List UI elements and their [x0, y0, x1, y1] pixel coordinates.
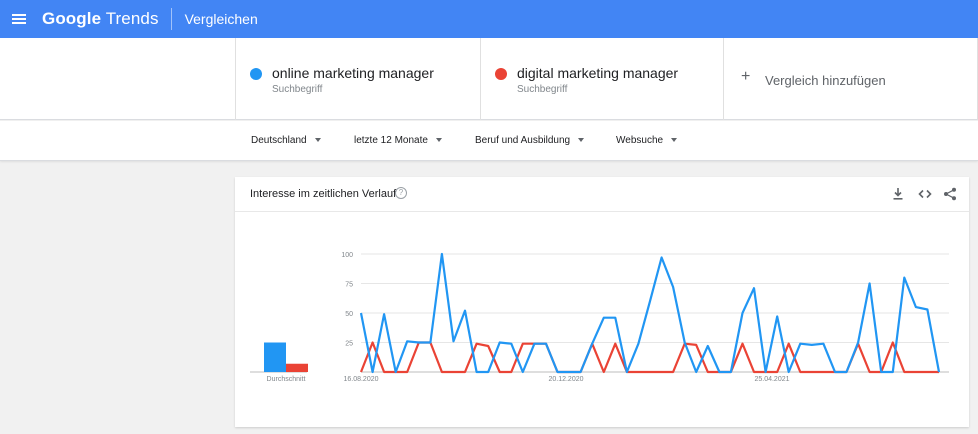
plus-icon: +: [741, 68, 751, 85]
interest-chart: 100 75 50 25 Durchschnitt 16.08.2020 20.12.202…: [250, 252, 949, 383]
download-icon[interactable]: [891, 187, 905, 201]
card-header: Interesse im zeitlichen Verlauf ?: [235, 177, 969, 212]
x-tick-label: 16.08.2020: [343, 376, 378, 383]
term-name: digital marketing manager: [517, 65, 679, 81]
y-tick-label: 25: [345, 341, 353, 348]
category-dropdown[interactable]: Beruf und Ausbildung: [475, 135, 585, 146]
average-label: Durchschnitt: [267, 376, 306, 383]
time-range-value: letzte 12 Monate: [354, 135, 428, 146]
x-tick-label: 25.04.2021: [754, 376, 789, 383]
region-value: Deutschland: [251, 135, 307, 146]
caret-down-icon: [671, 138, 678, 143]
y-tick-label: 100: [341, 252, 353, 259]
x-tick-label: 20.12.2020: [548, 376, 583, 383]
caret-down-icon: [314, 138, 321, 143]
search-type-value: Websuche: [616, 135, 664, 146]
logo-trends-text: Trends: [105, 9, 159, 28]
time-range-dropdown[interactable]: letzte 12 Monate: [354, 135, 442, 146]
search-type-dropdown[interactable]: Websuche: [616, 135, 678, 146]
page-title: Vergleichen: [184, 11, 258, 27]
caret-down-icon: [435, 138, 442, 143]
filter-bar: Deutschland letzte 12 Monate Beruf und A…: [0, 121, 978, 161]
term-name: online marketing manager: [272, 65, 434, 81]
logo-google-text: Google: [42, 9, 102, 28]
region-dropdown[interactable]: Deutschland: [251, 135, 321, 146]
y-tick-label: 75: [345, 282, 353, 289]
caret-down-icon: [578, 138, 585, 143]
series-color-dot: [495, 68, 507, 80]
category-value: Beruf und Ausbildung: [475, 135, 571, 146]
average-bar: [286, 363, 308, 372]
add-comparison-label: Vergleich hinzufügen: [765, 73, 886, 88]
term-type: Suchbegriff: [517, 84, 568, 95]
help-icon[interactable]: ?: [395, 187, 407, 199]
top-app-bar: Google Trends Vergleichen: [0, 0, 978, 38]
share-icon[interactable]: [943, 187, 957, 201]
average-bar: [264, 342, 286, 372]
y-tick-label: 50: [345, 311, 353, 318]
term-digital-marketing-manager[interactable]: digital marketing manager Suchbegriff: [480, 38, 723, 120]
hamburger-menu-icon[interactable]: [12, 14, 26, 24]
add-comparison-button[interactable]: + Vergleich hinzufügen: [723, 38, 978, 120]
embed-icon[interactable]: [918, 187, 932, 201]
comparison-terms-bar: online marketing manager Suchbegriff dig…: [0, 38, 978, 120]
google-trends-logo[interactable]: Google Trends: [42, 9, 159, 29]
card-title: Interesse im zeitlichen Verlauf: [250, 188, 397, 200]
term-online-marketing-manager[interactable]: online marketing manager Suchbegriff: [235, 38, 480, 120]
header-divider: [170, 8, 172, 30]
term-type: Suchbegriff: [272, 84, 323, 95]
series-color-dot: [250, 68, 262, 80]
